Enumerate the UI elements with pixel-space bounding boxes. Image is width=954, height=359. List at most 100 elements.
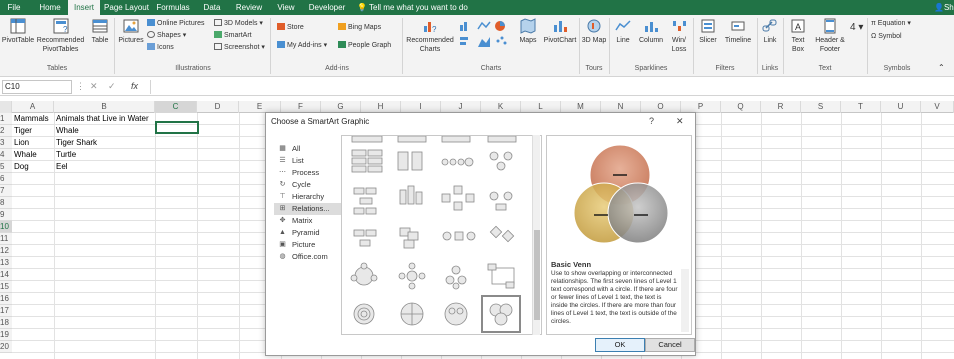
chart-types-icons[interactable] xyxy=(458,19,514,59)
row-header[interactable]: 8 xyxy=(0,197,12,209)
header-footer-button[interactable]: Header & Footer xyxy=(811,18,849,54)
category-all[interactable]: ▦ All xyxy=(274,143,344,155)
active-cell-c10[interactable] xyxy=(155,121,199,134)
row-header[interactable]: 20 xyxy=(0,341,12,353)
description-scrollbar[interactable] xyxy=(681,269,689,332)
column-header[interactable]: U xyxy=(881,101,921,113)
user-account[interactable]: 👤Sh xyxy=(934,0,954,15)
my-addins-button[interactable]: My Add-ins ▾ xyxy=(277,41,327,51)
tab-developer[interactable]: Developer xyxy=(305,0,349,15)
sparkline-column-button[interactable]: Column xyxy=(636,18,666,45)
gallery-scroll-thumb[interactable] xyxy=(534,230,540,320)
row-header[interactable]: 18 xyxy=(0,317,12,329)
more-text-options[interactable]: 4 ▾ xyxy=(850,23,863,33)
recommended-charts-button[interactable]: ? Recommended Charts xyxy=(403,18,457,54)
close-button[interactable]: ✕ xyxy=(676,116,684,127)
column-header[interactable]: Q xyxy=(721,101,761,113)
row-header[interactable]: 9 xyxy=(0,209,12,221)
cell-b2[interactable]: Whale xyxy=(56,125,156,137)
tab-formulas[interactable]: Formulas xyxy=(153,0,193,15)
cell-a4[interactable]: Whale xyxy=(14,149,54,161)
cell-a1[interactable]: Mammals xyxy=(14,113,54,125)
row-header[interactable]: 14 xyxy=(0,269,12,281)
row-header[interactable]: 10 xyxy=(0,221,12,233)
gallery-scrollbar[interactable] xyxy=(532,135,540,335)
insert-function-icon[interactable]: fx xyxy=(131,81,138,91)
row-header[interactable]: 2 xyxy=(0,125,12,137)
row-header[interactable]: 16 xyxy=(0,293,12,305)
recommended-pivottables-button[interactable]: ? Recommended PivotTables xyxy=(33,18,88,54)
icons-button[interactable]: Icons xyxy=(147,43,174,53)
store-button[interactable]: Store xyxy=(277,23,304,33)
tab-insert[interactable]: Insert xyxy=(68,0,100,15)
cell-a3[interactable]: Lion xyxy=(14,137,54,149)
online-pictures-button[interactable]: Online Pictures xyxy=(147,19,204,29)
name-box[interactable]: C10 xyxy=(2,80,72,94)
cancel-button[interactable]: Cancel xyxy=(645,338,695,352)
tab-page-layout[interactable]: Page Layout xyxy=(103,0,150,15)
help-button[interactable]: ? xyxy=(649,116,654,126)
category-office-com[interactable]: ◍ Office.com xyxy=(274,251,344,263)
3d-models-button[interactable]: 3D Models ▾ xyxy=(214,19,263,29)
slicer-button[interactable]: Slicer xyxy=(696,18,720,45)
tab-view[interactable]: View xyxy=(272,0,300,15)
table-button[interactable]: Table xyxy=(88,18,112,45)
enter-icon[interactable]: ✓ xyxy=(108,81,116,92)
row-header[interactable]: 15 xyxy=(0,281,12,293)
row-header[interactable]: 19 xyxy=(0,329,12,341)
timeline-button[interactable]: Timeline xyxy=(722,18,754,45)
link-button[interactable]: Link xyxy=(759,18,781,45)
tab-file[interactable]: File xyxy=(0,0,28,15)
people-graph-button[interactable]: People Graph xyxy=(338,41,391,51)
cell-b1[interactable]: Animals that Live in Water xyxy=(56,113,156,125)
row-header[interactable]: 13 xyxy=(0,257,12,269)
row-header[interactable]: 6 xyxy=(0,173,12,185)
category-matrix[interactable]: ✥ Matrix xyxy=(274,215,344,227)
row-header[interactable]: 7 xyxy=(0,185,12,197)
row-header[interactable]: 3 xyxy=(0,137,12,149)
screenshot-button[interactable]: Screenshot ▾ xyxy=(214,43,265,53)
category-cycle[interactable]: ↻ Cycle xyxy=(274,179,344,191)
tell-me-box[interactable]: 💡 Tell me what you want to do xyxy=(357,0,468,15)
row-header[interactable]: 1 xyxy=(0,113,12,125)
row-header[interactable]: 4 xyxy=(0,149,12,161)
equation-button[interactable]: π Equation ▾ xyxy=(871,19,911,29)
text-box-button[interactable]: A Text Box xyxy=(786,18,810,54)
row-header[interactable]: 5 xyxy=(0,161,12,173)
row-header[interactable]: 17 xyxy=(0,305,12,317)
cell-b4[interactable]: Turtle xyxy=(56,149,156,161)
3d-map-button[interactable]: 3D Map xyxy=(581,18,607,45)
row-header[interactable]: 11 xyxy=(0,233,12,245)
select-all-corner[interactable] xyxy=(0,101,12,113)
column-header[interactable]: T xyxy=(841,101,881,113)
category-list-item[interactable]: ☰ List xyxy=(274,155,344,167)
sparkline-line-button[interactable]: Line xyxy=(612,18,634,45)
column-header[interactable]: C xyxy=(155,101,197,113)
category-pyramid[interactable]: ▲ Pyramid xyxy=(274,227,344,239)
column-header[interactable]: A xyxy=(12,101,54,113)
cell-a5[interactable]: Dog xyxy=(14,161,54,173)
cancel-icon[interactable]: ✕ xyxy=(90,81,98,92)
tab-review[interactable]: Review xyxy=(231,0,267,15)
column-header[interactable]: D xyxy=(197,101,239,113)
column-header[interactable]: S xyxy=(801,101,841,113)
cell-b3[interactable]: Tiger Shark xyxy=(56,137,156,149)
pivotchart-button[interactable]: PivotChart xyxy=(541,18,579,45)
row-header[interactable]: 12 xyxy=(0,245,12,257)
column-header[interactable]: B xyxy=(54,101,155,113)
category-relationship[interactable]: ⊞ Relations... xyxy=(274,203,344,215)
smartart-button[interactable]: SmartArt xyxy=(214,31,252,41)
formula-input[interactable] xyxy=(150,80,950,94)
cell-a2[interactable]: Tiger xyxy=(14,125,54,137)
tab-home[interactable]: Home xyxy=(34,0,66,15)
tab-data[interactable]: Data xyxy=(198,0,226,15)
collapse-ribbon-button[interactable]: ⌃ xyxy=(938,63,945,73)
pivottable-button[interactable]: PivotTable xyxy=(0,18,36,45)
category-picture[interactable]: ▣ Picture xyxy=(274,239,344,251)
pictures-button[interactable]: Pictures xyxy=(116,18,146,45)
category-hierarchy[interactable]: ⊤ Hierarchy xyxy=(274,191,344,203)
ok-button[interactable]: OK xyxy=(595,338,645,352)
maps-button[interactable]: Maps xyxy=(514,18,542,45)
column-header[interactable]: V xyxy=(921,101,954,113)
sparkline-winloss-button[interactable]: Win/ Loss xyxy=(667,18,691,54)
